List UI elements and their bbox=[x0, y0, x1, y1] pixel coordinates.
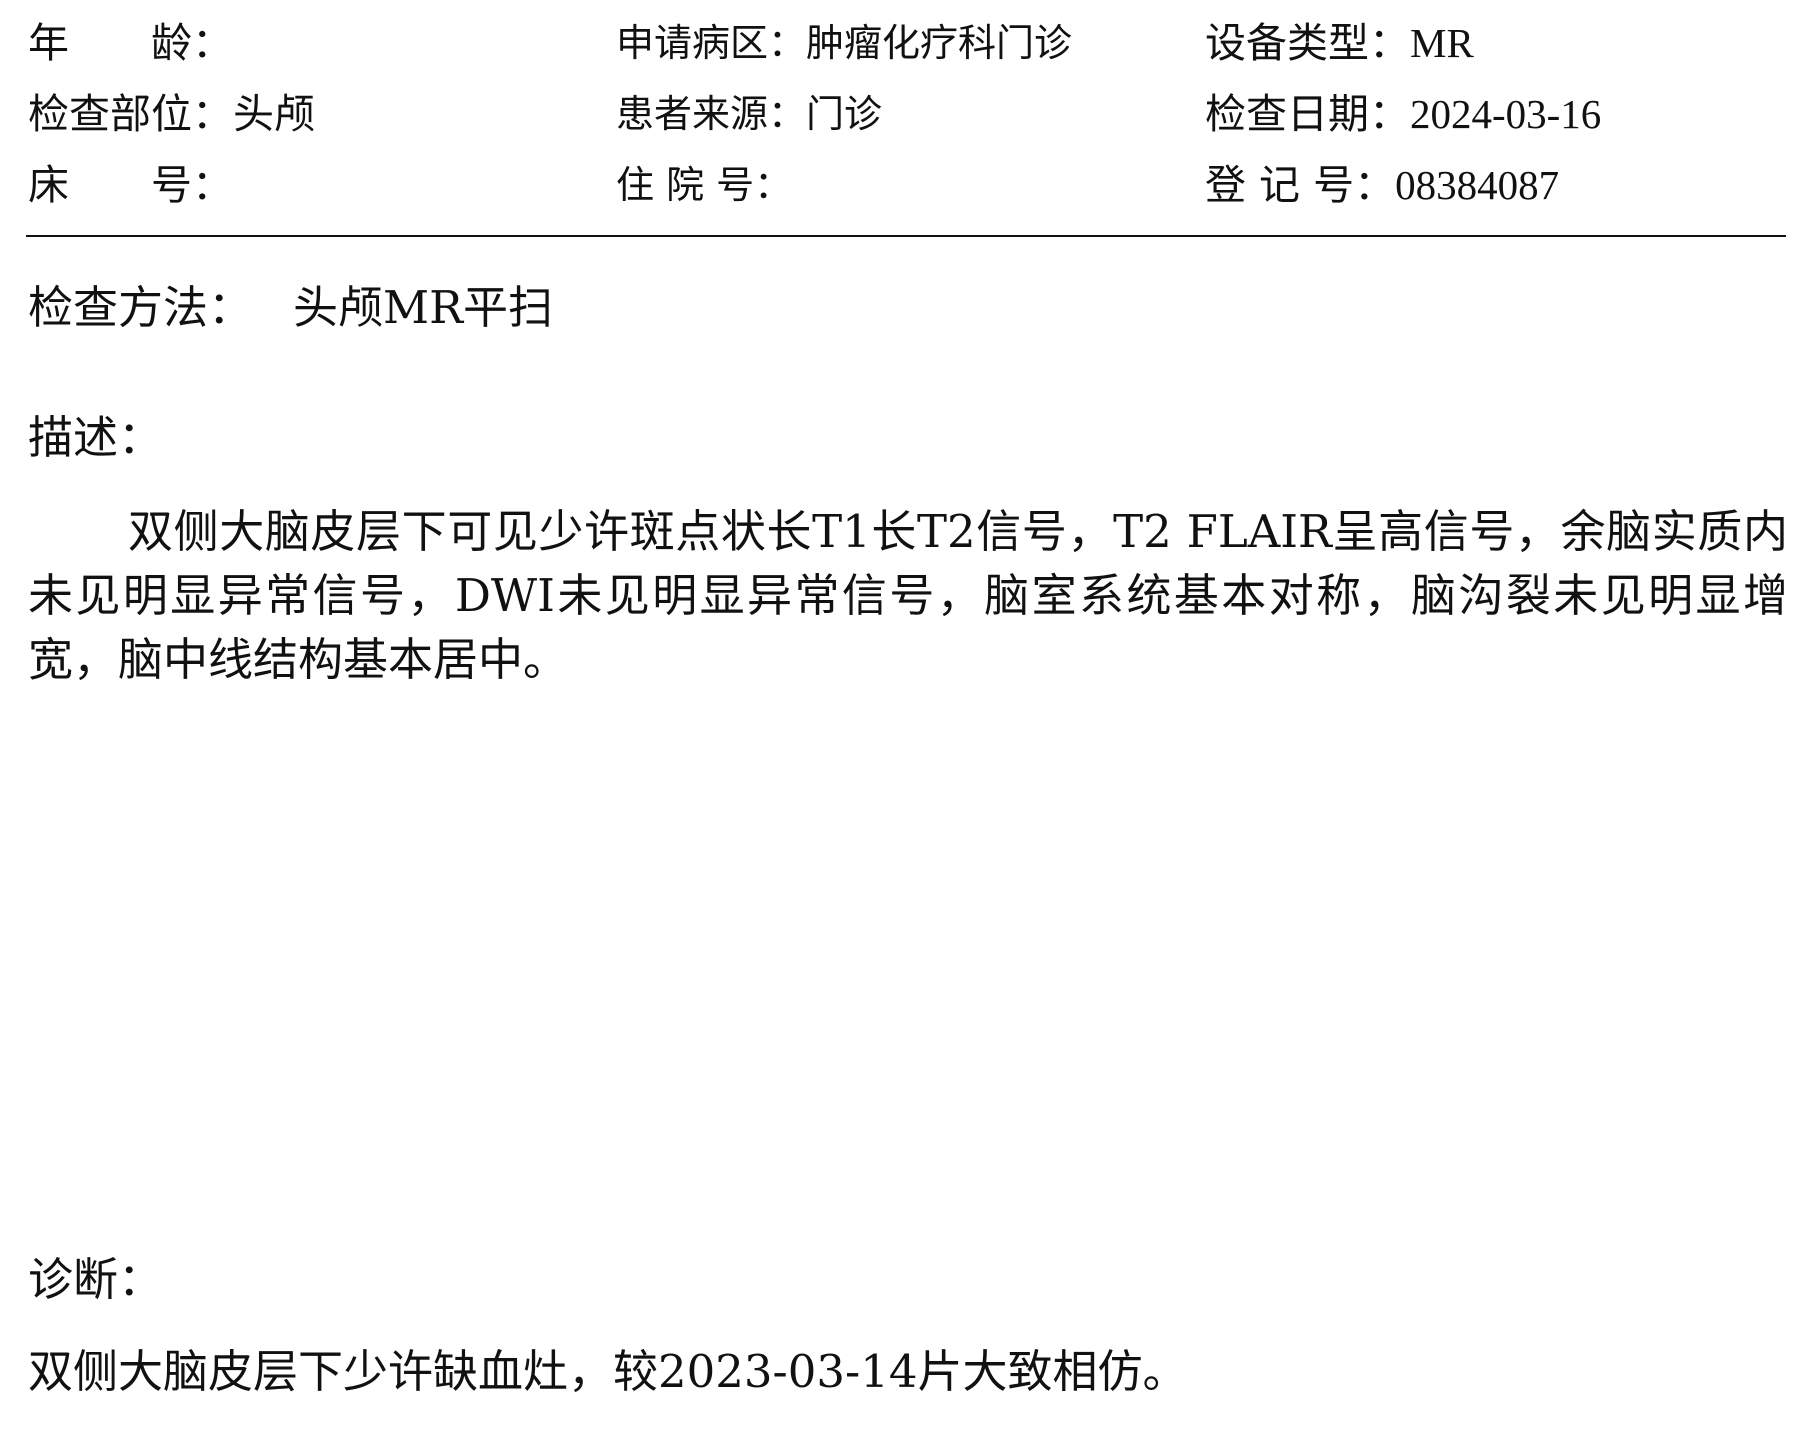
description-title: 描述： bbox=[28, 411, 164, 464]
exam-method-value: 头颅MR平扫 bbox=[293, 281, 553, 334]
exam-site-value: 头颅 bbox=[233, 91, 315, 137]
diagnosis-text: 双侧大脑皮层下少许缺血灶，较2023-03-14片大致相仿。 bbox=[28, 1345, 1188, 1398]
bed-number-field: 床 号： bbox=[28, 150, 233, 221]
ward-value: 肿瘤化疗科门诊 bbox=[806, 23, 1073, 65]
patient-info-grid: 年 龄： 申请病区：肿瘤化疗科门诊 设备类型：MR 检查部位：头颅 患者来源：门… bbox=[28, 8, 1788, 221]
exam-site-label: 检查部位： bbox=[28, 90, 233, 138]
exam-method: 检查方法： 头颅MR平扫 bbox=[28, 276, 553, 340]
device-type-label: 设备类型： bbox=[1205, 19, 1410, 67]
registration-number-field: 登 记 号：08384087 bbox=[1205, 150, 1559, 221]
info-row-3: 床 号： 住 院 号： 登 记 号：08384087 bbox=[28, 150, 1788, 221]
device-type-value: MR bbox=[1410, 20, 1474, 66]
bed-number-label: 床 号： bbox=[28, 161, 233, 209]
inpatient-number-field: 住 院 号： bbox=[616, 150, 792, 221]
diagnosis-title: 诊断： bbox=[28, 1253, 164, 1306]
exam-date-value: 2024-03-16 bbox=[1410, 91, 1602, 137]
age-label: 年 龄： bbox=[28, 19, 233, 67]
ward-field: 申请病区：肿瘤化疗科门诊 bbox=[616, 8, 1072, 79]
patient-source-label: 患者来源： bbox=[616, 92, 807, 136]
mr-report-page: 年 龄： 申请病区：肿瘤化疗科门诊 设备类型：MR 检查部位：头颅 患者来源：门… bbox=[0, 0, 1804, 1432]
registration-number-value: 08384087 bbox=[1395, 162, 1560, 208]
device-type-field: 设备类型：MR bbox=[1205, 8, 1474, 79]
exam-site-field: 检查部位：头颅 bbox=[28, 79, 315, 150]
registration-number-label: 登 记 号： bbox=[1205, 161, 1396, 209]
description-text: 双侧大脑皮层下可见少许斑点状长T1长T2信号，T2 FLAIR呈高信号，余脑实质… bbox=[28, 505, 1788, 686]
header-divider bbox=[26, 235, 1786, 237]
exam-date-label: 检查日期： bbox=[1205, 90, 1410, 138]
patient-source-field: 患者来源：门诊 bbox=[616, 79, 882, 150]
patient-source-value: 门诊 bbox=[806, 94, 883, 136]
ward-label: 申请病区： bbox=[616, 21, 807, 65]
inpatient-number-label: 住 院 号： bbox=[616, 163, 793, 207]
info-row-2: 检查部位：头颅 患者来源：门诊 检查日期：2024-03-16 bbox=[28, 79, 1788, 150]
info-row-1: 年 龄： 申请病区：肿瘤化疗科门诊 设备类型：MR bbox=[28, 8, 1788, 79]
exam-method-label: 检查方法： bbox=[28, 281, 254, 334]
age-field: 年 龄： bbox=[28, 8, 233, 79]
exam-date-field: 检查日期：2024-03-16 bbox=[1205, 79, 1601, 150]
